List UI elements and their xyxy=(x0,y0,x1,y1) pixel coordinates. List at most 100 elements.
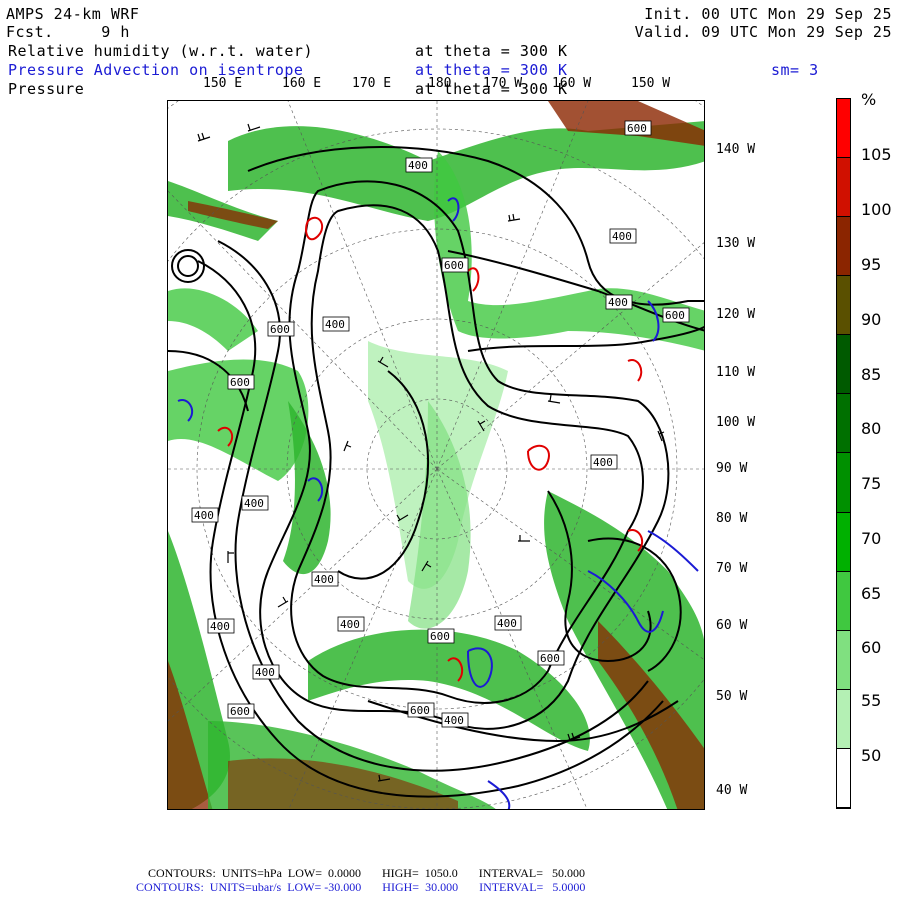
forecast-hour: Fcst. 9 h xyxy=(6,23,130,41)
contour-label: 600 xyxy=(407,702,435,718)
colorbar-segment xyxy=(837,630,850,690)
model-title: AMPS 24-km WRF xyxy=(6,5,140,23)
lon-label-170w: 170 W xyxy=(483,76,523,91)
lon-label-120w: 120 W xyxy=(716,307,756,322)
colorbar-label-75: 75 xyxy=(861,474,882,493)
lon-label-80w: 80 W xyxy=(716,511,748,526)
colorbar-label-105: 105 xyxy=(861,145,892,164)
lon-label-50w: 50 W xyxy=(716,689,748,704)
svg-text:400: 400 xyxy=(194,509,214,522)
svg-text:400: 400 xyxy=(444,714,464,727)
lon-label-100w: 100 W xyxy=(716,415,756,430)
contour-label: 400 xyxy=(605,294,633,310)
lon-label-160e: 160 E xyxy=(282,76,322,91)
svg-text:400: 400 xyxy=(497,617,517,630)
svg-text:400: 400 xyxy=(244,497,264,510)
lon-label-160w: 160 W xyxy=(552,76,592,91)
colorbar xyxy=(836,98,851,809)
footer-pressure-contours: CONTOURS: UNITS=hPa LOW= 0.0000 HIGH= 10… xyxy=(148,866,585,880)
colorbar-segment xyxy=(837,453,850,513)
colorbar-label-95: 95 xyxy=(861,255,882,274)
colorbar-label-70: 70 xyxy=(861,529,882,548)
contour-label: 600 xyxy=(441,257,469,273)
svg-text:600: 600 xyxy=(430,630,450,643)
colorbar-segment xyxy=(837,571,850,631)
colorbar-segment xyxy=(837,394,850,454)
contour-label: 400 xyxy=(191,507,219,523)
colorbar-unit: % xyxy=(861,90,877,109)
svg-text:400: 400 xyxy=(593,456,613,469)
contour-label: 400 xyxy=(405,157,433,173)
colorbar-label-90: 90 xyxy=(861,310,882,329)
svg-text:600: 600 xyxy=(230,376,250,389)
contour-label: 400 xyxy=(311,571,339,587)
lon-label-60w: 60 W xyxy=(716,618,748,633)
colorbar-label-100: 100 xyxy=(861,200,892,219)
colorbar-label-55: 55 xyxy=(861,691,882,710)
lon-label-150e: 150 E xyxy=(203,76,243,91)
svg-text:400: 400 xyxy=(408,159,428,172)
contour-label: 600 xyxy=(537,650,565,666)
svg-text:600: 600 xyxy=(230,705,250,718)
field-humidity-level: at theta = 300 K xyxy=(415,42,568,60)
svg-text:400: 400 xyxy=(612,230,632,243)
map-canvas: 600 400 400 600 400 600 400 600 400 600 … xyxy=(168,101,704,809)
svg-text:600: 600 xyxy=(540,652,560,665)
svg-text:600: 600 xyxy=(665,309,685,322)
colorbar-label-65: 65 xyxy=(861,584,882,603)
svg-text:400: 400 xyxy=(210,620,230,633)
colorbar-segment xyxy=(837,276,850,336)
colorbar-segment xyxy=(837,99,850,159)
colorbar-label-80: 80 xyxy=(861,419,882,438)
lon-label-90w: 90 W xyxy=(716,461,748,476)
colorbar-label-60: 60 xyxy=(861,638,882,657)
contour-label: 400 xyxy=(252,664,280,680)
svg-text:400: 400 xyxy=(314,573,334,586)
lon-label-150w: 150 W xyxy=(631,76,671,91)
contour-label: 400 xyxy=(590,454,618,470)
colorbar-segment xyxy=(837,512,850,572)
contour-label: 600 xyxy=(267,321,295,337)
field-advection-label: Pressure Advection on isentrope xyxy=(8,61,304,79)
contour-label: 600 xyxy=(227,374,255,390)
colorbar-segment xyxy=(837,748,850,808)
colorbar-segment xyxy=(837,217,850,277)
colorbar-segment xyxy=(837,158,850,218)
contour-label: 400 xyxy=(207,618,235,634)
contour-label: 600 xyxy=(662,307,690,323)
lon-label-110w: 110 W xyxy=(716,365,756,380)
svg-text:400: 400 xyxy=(340,618,360,631)
lon-label-40w: 40 W xyxy=(716,783,748,798)
lon-label-180: 180 xyxy=(428,76,452,91)
svg-text:600: 600 xyxy=(410,704,430,717)
contour-label: 600 xyxy=(624,120,652,136)
lon-label-140w: 140 W xyxy=(716,142,756,157)
lon-label-170e: 170 E xyxy=(352,76,392,91)
contour-label: 400 xyxy=(322,316,350,332)
colorbar-segment xyxy=(837,335,850,395)
field-pressure-label: Pressure xyxy=(8,80,85,98)
contour-label: 600 xyxy=(227,703,255,719)
contour-label: 400 xyxy=(241,495,269,511)
contour-label: 400 xyxy=(609,228,637,244)
colorbar-label-50: 50 xyxy=(861,746,882,765)
colorbar-segment xyxy=(837,689,850,749)
svg-text:400: 400 xyxy=(325,318,345,331)
contour-label: 400 xyxy=(337,616,365,632)
lon-label-70w: 70 W xyxy=(716,561,748,576)
map-panel: 600 400 400 600 400 600 400 600 400 600 … xyxy=(167,100,705,810)
footer-advection-contours: CONTOURS: UNITS=ubar/s LOW= -30.000 HIGH… xyxy=(136,880,586,894)
svg-text:600: 600 xyxy=(270,323,290,336)
contour-label: 400 xyxy=(441,712,469,728)
contour-label: 400 xyxy=(494,615,522,631)
svg-text:400: 400 xyxy=(608,296,628,309)
svg-text:600: 600 xyxy=(627,122,647,135)
valid-time: Valid. 09 UTC Mon 29 Sep 25 xyxy=(634,23,892,41)
lon-label-130w: 130 W xyxy=(716,236,756,251)
field-humidity-label: Relative humidity (w.r.t. water) xyxy=(8,42,313,60)
contour-label: 600 xyxy=(427,628,455,644)
svg-text:400: 400 xyxy=(255,666,275,679)
init-time: Init. 00 UTC Mon 29 Sep 25 xyxy=(644,5,892,23)
smoothing-label: sm= 3 xyxy=(771,61,819,79)
colorbar-label-85: 85 xyxy=(861,365,882,384)
